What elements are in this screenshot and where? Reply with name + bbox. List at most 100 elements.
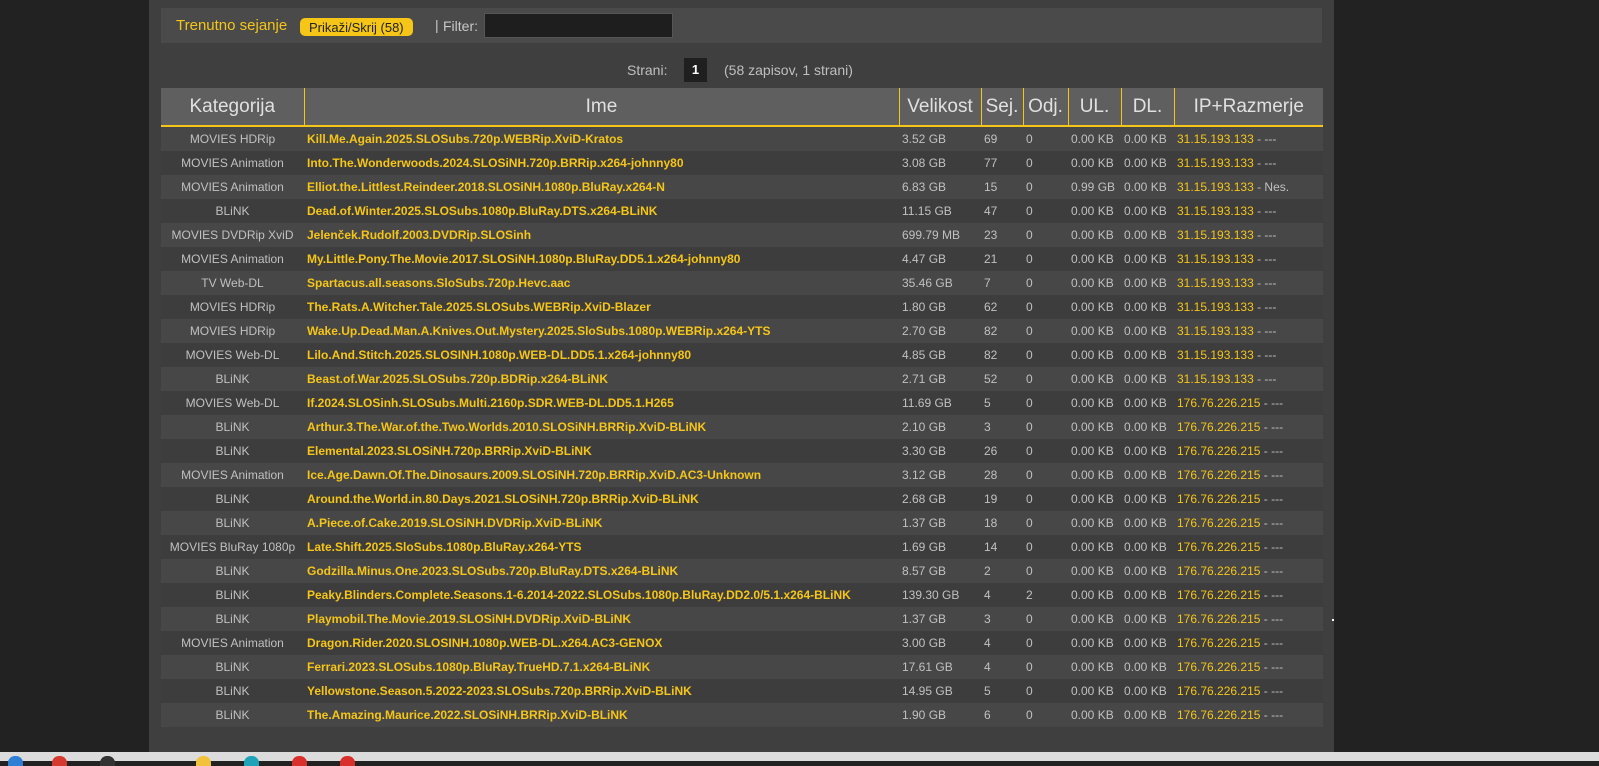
app-icon-dark[interactable]: [100, 756, 115, 766]
table-row: BLiNK The.Amazing.Maurice.2022.SLOSiNH.BR…: [161, 703, 1323, 727]
table-body: MOVIES HDRip Kill.Me.Again.2025.SLOSubs.7…: [161, 126, 1323, 727]
row-leechers-cell: 0: [1023, 463, 1068, 487]
row-leechers-cell: 0: [1023, 391, 1068, 415]
torrent-name-link[interactable]: My.Little.Pony.The.Movie.2017.SLOSiNH.10…: [307, 252, 740, 266]
row-name-cell: Ice.Age.Dawn.Of.The.Dinosaurs.2009.SLOSi…: [304, 463, 899, 487]
table-row: MOVIES Animation Ice.Age.Dawn.Of.The.Dino…: [161, 463, 1323, 487]
torrent-name-link[interactable]: If.2024.SLOSinh.SLOSubs.Multi.2160p.SDR.…: [307, 396, 674, 410]
row-upload-cell: 0.00 KB: [1068, 271, 1121, 295]
torrent-name-link[interactable]: Lilo.And.Stitch.2025.SLOSINH.1080p.WEB-D…: [307, 348, 691, 362]
row-leechers-cell: 0: [1023, 415, 1068, 439]
torrent-name-link[interactable]: Elemental.2023.SLOSiNH.720p.BRRip.XviD-B…: [307, 444, 592, 458]
filter-input[interactable]: [484, 13, 673, 38]
column-header-download[interactable]: DL.: [1121, 88, 1175, 127]
torrent-name-link[interactable]: Into.The.Wonderwoods.2024.SLOSiNH.720p.B…: [307, 156, 684, 170]
ratio-value: - ---: [1260, 612, 1284, 626]
torrent-name-link[interactable]: Jelenček.Rudolf.2003.DVDRip.SLOSinh: [307, 228, 531, 242]
row-category-cell: MOVIES Animation: [161, 151, 304, 175]
row-download-cell: 0.00 KB: [1121, 247, 1174, 271]
ratio-value: - ---: [1253, 300, 1277, 314]
row-upload-cell: 0.00 KB: [1068, 559, 1121, 583]
torrent-name-link[interactable]: Elliot.the.Littlest.Reindeer.2018.SLOSiN…: [307, 180, 665, 194]
ratio-value: - ---: [1260, 492, 1284, 506]
column-header-leechers[interactable]: Odj.: [1023, 88, 1069, 127]
ratio-value: - ---: [1260, 708, 1284, 722]
torrent-name-link[interactable]: Godzilla.Minus.One.2023.SLOSubs.720p.Blu…: [307, 564, 678, 578]
ratio-value: - ---: [1260, 588, 1284, 602]
torrent-name-link[interactable]: The.Rats.A.Witcher.Tale.2025.SLOSubs.WEB…: [307, 300, 651, 314]
section-title: Trenutno sejanje: [176, 17, 288, 34]
app-icon-red-2[interactable]: [292, 756, 307, 766]
column-header-upload[interactable]: UL.: [1068, 88, 1122, 127]
records-info: (58 zapisov, 1 strani): [724, 62, 853, 78]
row-name-cell: Ferrari.2023.SLOSubs.1080p.BluRay.TrueHD…: [304, 655, 899, 679]
row-seeders-cell: 15: [981, 175, 1023, 199]
torrent-name-link[interactable]: Arthur.3.The.War.of.the.Two.Worlds.2010.…: [307, 420, 706, 434]
column-header-category[interactable]: Kategorija: [161, 88, 305, 127]
row-size-cell: 2.70 GB: [899, 319, 981, 343]
row-size-cell: 8.57 GB: [899, 559, 981, 583]
row-size-cell: 699.79 MB: [899, 223, 981, 247]
column-header-ip-ratio[interactable]: IP+Razmerje: [1174, 88, 1323, 127]
torrent-name-link[interactable]: Peaky.Blinders.Complete.Seasons.1-6.2014…: [307, 588, 851, 602]
torrent-name-link[interactable]: The.Amazing.Maurice.2022.SLOSiNH.BRRip.X…: [307, 708, 628, 722]
torrent-name-link[interactable]: Playmobil.The.Movie.2019.SLOSiNH.DVDRip.…: [307, 612, 631, 626]
app-icon-teal[interactable]: [244, 756, 259, 766]
torrent-name-link[interactable]: Ferrari.2023.SLOSubs.1080p.BluRay.TrueHD…: [307, 660, 650, 674]
table-row: MOVIES DVDRip XviD Jelenček.Rudolf.2003.D…: [161, 223, 1323, 247]
row-ip-ratio-cell: 31.15.193.133 - ---: [1174, 319, 1323, 343]
torrent-name-link[interactable]: Ice.Age.Dawn.Of.The.Dinosaurs.2009.SLOSi…: [307, 468, 761, 482]
torrent-name-link[interactable]: Around.the.World.in.80.Days.2021.SLOSiNH…: [307, 492, 699, 506]
row-size-cell: 1.90 GB: [899, 703, 981, 727]
row-upload-cell: 0.00 KB: [1068, 463, 1121, 487]
column-header-name[interactable]: Ime: [304, 88, 900, 127]
ratio-value: - ---: [1260, 444, 1284, 458]
torrent-name-link[interactable]: Kill.Me.Again.2025.SLOSubs.720p.WEBRip.X…: [307, 132, 623, 146]
row-leechers-cell: 0: [1023, 607, 1068, 631]
row-ip-ratio-cell: 176.76.226.215 - ---: [1174, 439, 1323, 463]
torrent-name-link[interactable]: Spartacus.all.seasons.SloSubs.720p.Hevc.…: [307, 276, 570, 290]
ratio-value: - ---: [1260, 540, 1284, 554]
ratio-value: - Nes.: [1253, 180, 1290, 194]
torrent-name-link[interactable]: Dead.of.Winter.2025.SLOSubs.1080p.BluRay…: [307, 204, 657, 218]
row-download-cell: 0.00 KB: [1121, 583, 1174, 607]
column-header-size[interactable]: Velikost: [899, 88, 982, 127]
row-seeders-cell: 4: [981, 583, 1023, 607]
torrent-name-link[interactable]: Yellowstone.Season.5.2022-2023.SLOSubs.7…: [307, 684, 692, 698]
torrent-name-link[interactable]: Wake.Up.Dead.Man.A.Knives.Out.Mystery.20…: [307, 324, 770, 338]
row-category-cell: MOVIES Animation: [161, 247, 304, 271]
toggle-show-hide-button[interactable]: Prikaži/Skrij (58): [300, 18, 413, 36]
torrent-name-link[interactable]: Dragon.Rider.2020.SLOSINH.1080p.WEB-DL.x…: [307, 636, 662, 650]
ip-address: 31.15.193.133: [1177, 324, 1254, 338]
row-leechers-cell: 0: [1023, 247, 1068, 271]
ip-address: 176.76.226.215: [1177, 612, 1261, 626]
torrent-name-link[interactable]: A.Piece.of.Cake.2019.SLOSiNH.DVDRip.XviD…: [307, 516, 602, 530]
row-name-cell: Late.Shift.2025.SloSubs.1080p.BluRay.x26…: [304, 535, 899, 559]
page-button-1[interactable]: 1: [684, 58, 707, 82]
row-name-cell: Into.The.Wonderwoods.2024.SLOSiNH.720p.B…: [304, 151, 899, 175]
row-upload-cell: 0.00 KB: [1068, 439, 1121, 463]
row-upload-cell: 0.00 KB: [1068, 607, 1121, 631]
table-row: BLiNK Godzilla.Minus.One.2023.SLOSubs.720…: [161, 559, 1323, 583]
row-size-cell: 1.80 GB: [899, 295, 981, 319]
row-download-cell: 0.00 KB: [1121, 487, 1174, 511]
column-header-seeders[interactable]: Sej.: [981, 88, 1024, 127]
torrent-name-link[interactable]: Late.Shift.2025.SloSubs.1080p.BluRay.x26…: [307, 540, 582, 554]
row-seeders-cell: 2: [981, 559, 1023, 583]
app-icon-blue[interactable]: [8, 756, 23, 766]
row-name-cell: Arthur.3.The.War.of.the.Two.Worlds.2010.…: [304, 415, 899, 439]
app-icon-red[interactable]: [52, 756, 67, 766]
table-row: MOVIES Animation Into.The.Wonderwoods.202…: [161, 151, 1323, 175]
app-icon-yellow[interactable]: [196, 756, 211, 766]
row-ip-ratio-cell: 176.76.226.215 - ---: [1174, 487, 1323, 511]
row-leechers-cell: 0: [1023, 175, 1068, 199]
table-row: TV Web-DL Spartacus.all.seasons.SloSubs.7…: [161, 271, 1323, 295]
row-ip-ratio-cell: 176.76.226.215 - ---: [1174, 703, 1323, 727]
torrent-name-link[interactable]: Beast.of.War.2025.SLOSubs.720p.BDRip.x26…: [307, 372, 608, 386]
row-ip-ratio-cell: 176.76.226.215 - ---: [1174, 583, 1323, 607]
row-name-cell: A.Piece.of.Cake.2019.SLOSiNH.DVDRip.XviD…: [304, 511, 899, 535]
row-seeders-cell: 4: [981, 631, 1023, 655]
row-name-cell: Dragon.Rider.2020.SLOSINH.1080p.WEB-DL.x…: [304, 631, 899, 655]
app-icon-red-3[interactable]: [340, 756, 355, 766]
row-category-cell: MOVIES HDRip: [161, 126, 304, 151]
